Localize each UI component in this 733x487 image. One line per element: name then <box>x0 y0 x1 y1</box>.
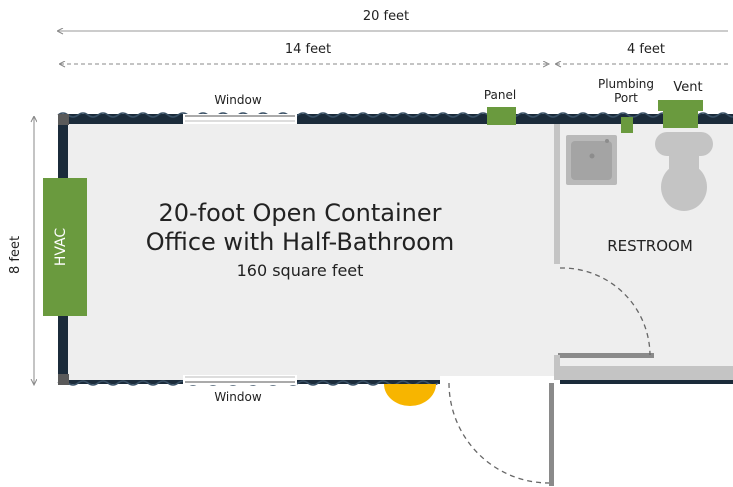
restroom-bottom-wall <box>556 366 733 380</box>
plumbing-label-line2: Port <box>614 91 638 105</box>
corner-post-bottom-left <box>58 374 69 385</box>
hvac-label: HVAC <box>53 228 69 267</box>
dimension-total-width-label: 20 feet <box>363 9 409 24</box>
vent: Vent <box>658 80 703 128</box>
hvac-unit: HVAC <box>43 178 87 316</box>
vent-label: Vent <box>673 80 702 95</box>
title-line1: 20-foot Open Container <box>158 199 441 227</box>
dimension-total-width: 20 feet <box>58 9 728 31</box>
plumbing-label-line1: Plumbing <box>598 77 654 91</box>
window-top-label: Window <box>214 93 262 107</box>
corner-post-top-left <box>58 114 69 125</box>
area-label: 160 square feet <box>237 261 364 280</box>
title-line2: Office with Half-Bathroom <box>146 228 454 256</box>
electrical-panel: Panel <box>484 88 516 125</box>
entry-door-opening <box>440 376 560 388</box>
dimension-depth: 8 feet <box>8 117 34 384</box>
dimension-restroom-width: 4 feet <box>556 42 728 64</box>
dimension-restroom-width-label: 4 feet <box>627 42 665 57</box>
window-top: Window <box>183 93 297 124</box>
dimension-depth-label: 8 feet <box>8 236 23 274</box>
dimension-office-width: 14 feet <box>60 42 548 64</box>
entry-door <box>448 382 554 486</box>
window-bottom-label: Window <box>214 390 262 404</box>
sink <box>566 135 617 185</box>
dimension-office-width-label: 14 feet <box>285 42 331 57</box>
window-bottom: Window <box>183 375 297 404</box>
panel-label: Panel <box>484 88 516 102</box>
exterior-light <box>384 384 436 406</box>
restroom-label: RESTROOM <box>607 237 693 255</box>
floor-plan: 20 feet 14 feet 4 feet 8 feet Window Win… <box>8 9 733 486</box>
